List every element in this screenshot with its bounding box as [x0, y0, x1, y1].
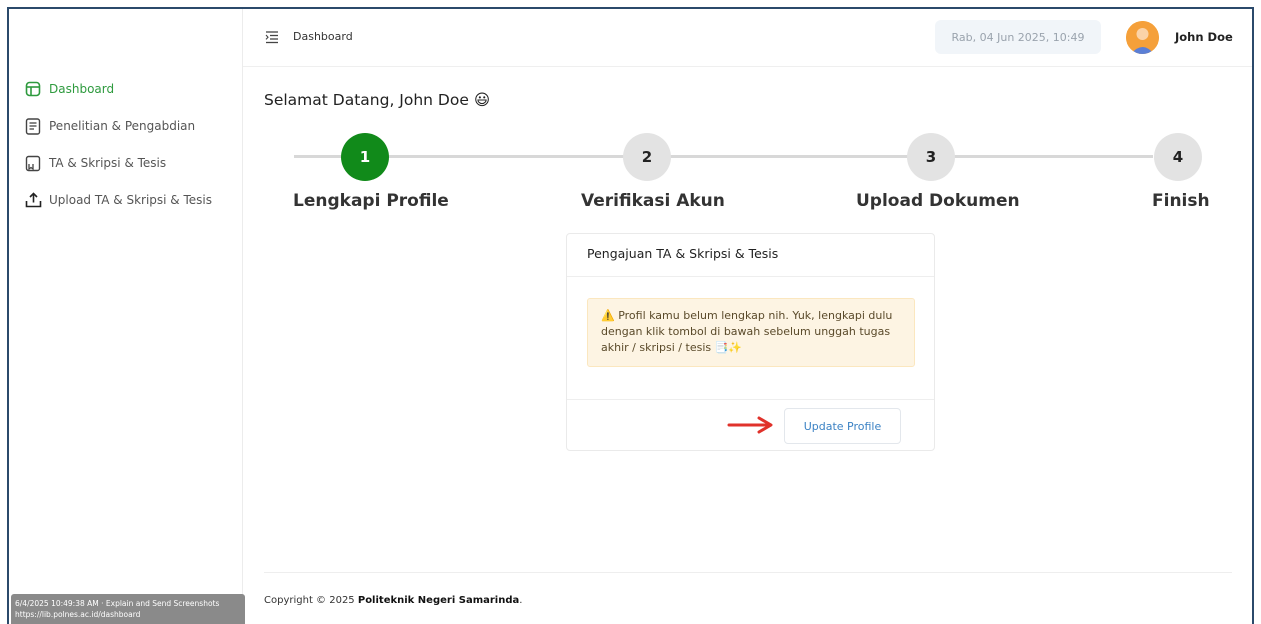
page-title: Dashboard: [293, 30, 353, 43]
user-name[interactable]: John Doe: [1175, 30, 1233, 44]
datetime-display: Rab, 04 Jun 2025, 10:49: [935, 20, 1101, 54]
thesis-icon: [23, 153, 43, 173]
app-frame: Dashboard Penelitian & Pengabdian TA & S…: [7, 7, 1254, 624]
welcome-heading: Selamat Datang, John Doe 😃: [264, 91, 490, 109]
overlay-timestamp: 6/4/2025 10:49:38 AM · Explain and Send …: [15, 599, 220, 608]
sidebar-item-dashboard[interactable]: Dashboard: [23, 79, 114, 99]
card-title: Pengajuan TA & Skripsi & Tesis: [567, 234, 934, 277]
sidebar-item-label: Dashboard: [49, 82, 115, 96]
sidebar-item-penelitian[interactable]: Penelitian & Pengabdian: [23, 116, 195, 136]
copyright: Copyright © 2025 Politeknik Negeri Samar…: [264, 595, 522, 606]
footer-divider: [264, 572, 1232, 573]
institution-name: Politeknik Negeri Samarinda: [357, 595, 520, 606]
arrow-right-icon: [727, 416, 773, 434]
menu-toggle-icon[interactable]: [265, 29, 279, 44]
step-2-circle: 2: [623, 133, 671, 181]
step-3-label: Upload Dokumen: [856, 191, 1020, 211]
sidebar: Dashboard Penelitian & Pengabdian TA & S…: [9, 9, 245, 624]
sidebar-item-label: Penelitian & Pengabdian: [49, 119, 196, 133]
stepper-connector: [953, 155, 1153, 158]
sidebar-item-label: Upload TA & Skripsi & Tesis: [49, 193, 212, 207]
step-3-circle: 3: [907, 133, 955, 181]
copyright-suffix: .: [519, 595, 523, 606]
sidebar-item-ta-skripsi[interactable]: TA & Skripsi & Tesis: [23, 153, 166, 173]
sidebar-item-label: TA & Skripsi & Tesis: [49, 156, 167, 170]
stepper-connector: [669, 155, 911, 158]
dashboard-icon: [23, 79, 43, 99]
step-1-label: Lengkapi Profile: [293, 191, 449, 211]
upload-icon: [23, 190, 43, 210]
step-2-label: Verifikasi Akun: [581, 191, 725, 211]
overlay-url: https://lib.polnes.ac.id/dashboard: [15, 610, 141, 619]
avatar[interactable]: [1126, 21, 1159, 54]
stepper-connector: [387, 155, 627, 158]
copyright-prefix: Copyright © 2025: [264, 595, 358, 606]
step-4-circle: 4: [1154, 133, 1202, 181]
document-icon: [23, 116, 43, 136]
step-4-label: Finish: [1152, 191, 1210, 211]
topbar: Dashboard Rab, 04 Jun 2025, 10:49 John D…: [243, 9, 1252, 67]
screenshot-overlay: 6/4/2025 10:49:38 AM · Explain and Send …: [11, 594, 245, 624]
profile-warning-alert: ⚠️ Profil kamu belum lengkap nih. Yuk, l…: [587, 298, 915, 367]
update-profile-button[interactable]: Update Profile: [784, 408, 901, 444]
sidebar-item-upload[interactable]: Upload TA & Skripsi & Tesis: [23, 190, 212, 210]
step-1-circle: 1: [341, 133, 389, 181]
